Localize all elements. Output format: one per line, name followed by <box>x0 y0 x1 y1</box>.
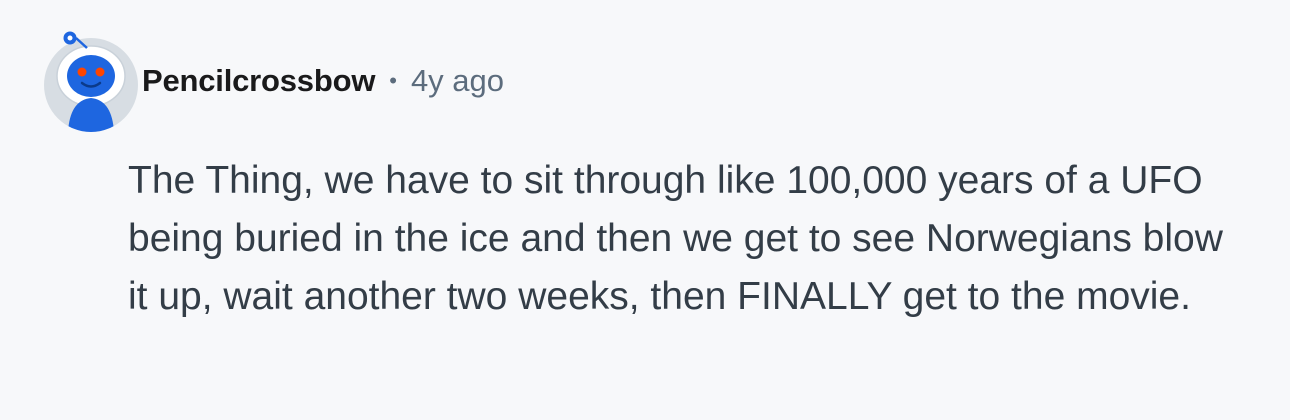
user-avatar[interactable] <box>40 30 142 132</box>
comment: Pencilcrossbow • 4y ago The Thing, we ha… <box>0 0 1290 420</box>
comment-body: The Thing, we have to sit through like 1… <box>128 159 1223 318</box>
separator-dot: • <box>389 68 397 93</box>
snoo-avatar-icon <box>44 31 138 132</box>
comment-timestamp[interactable]: 4y ago <box>411 63 504 99</box>
comment-header: Pencilcrossbow • 4y ago <box>142 58 504 104</box>
username-link[interactable]: Pencilcrossbow <box>142 63 375 99</box>
